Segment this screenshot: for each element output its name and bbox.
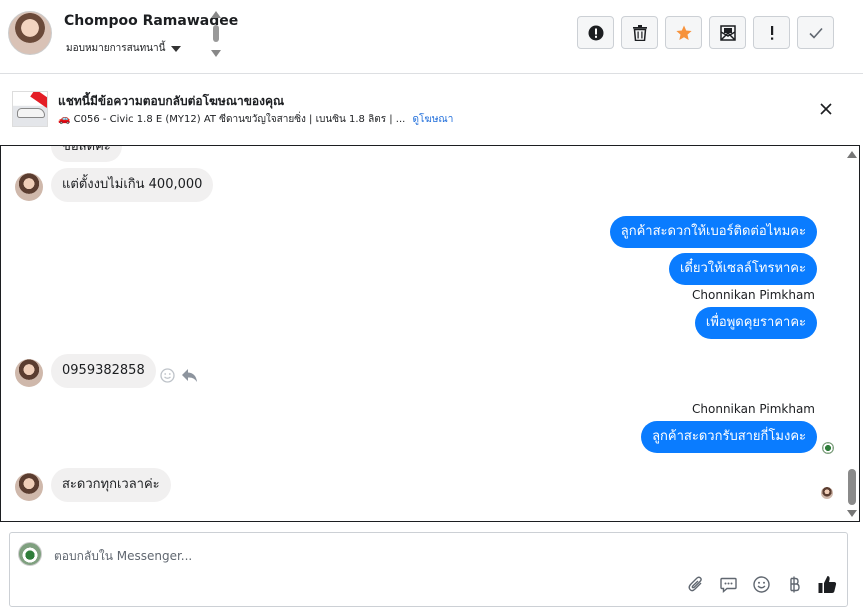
incoming-message[interactable]: แต่ตั้งงบไม่เกิน 400,000 <box>51 168 214 202</box>
scroll-up-icon[interactable] <box>847 151 857 158</box>
sender-name: Chonnikan Pimkham <box>692 288 815 302</box>
react-emoji-icon[interactable] <box>160 368 175 383</box>
scroll-thumb[interactable] <box>848 469 856 505</box>
sender-avatar <box>15 359 43 387</box>
mark-done-button[interactable] <box>797 16 834 49</box>
ad-reply-banner: แชทนี้มีข้อความตอบกลับต่อโฆษณาของคุณ 🚗 C… <box>0 75 863 143</box>
sender-name: Chonnikan Pimkham <box>692 402 815 416</box>
assign-label: มอบหมายการสนทนานี้ <box>66 43 166 54</box>
ad-description: 🚗 C056 - Civic 1.8 E (MY12) AT ซีดานขวัญ… <box>58 114 406 125</box>
outgoing-message[interactable]: ลูกค้าสะดวกรับสายกี่โมงคะ <box>641 421 817 453</box>
conversation-header: Chompoo Ramawadee มอบหมายการสนทนานี้ <box>0 0 863 74</box>
thumbs-up-icon[interactable] <box>818 575 837 594</box>
ad-banner-title: แชทนี้มีข้อความตอบกลับต่อโฆษณาของคุณ <box>58 94 285 108</box>
composer-toolbar <box>686 575 837 594</box>
important-button[interactable] <box>753 16 790 49</box>
scroll-down-icon[interactable] <box>847 510 857 517</box>
sender-avatar <box>15 173 43 201</box>
message-thread[interactable]: ขอสดคะ แต่ตั้งงบไม่เกิน 400,000 ลูกค้าสะ… <box>0 145 860 522</box>
saved-replies-icon[interactable] <box>719 575 738 594</box>
contact-avatar[interactable] <box>8 11 52 55</box>
read-receipt-avatar <box>821 487 833 499</box>
outgoing-message[interactable]: ลูกค้าสะดวกให้เบอร์ติดต่อไหมคะ <box>609 216 817 248</box>
paperclip-icon[interactable] <box>686 575 705 594</box>
scroll-down-icon[interactable] <box>211 50 221 57</box>
chevron-down-icon <box>171 45 182 52</box>
outgoing-message[interactable]: เดี๋ยวให้เซลล์โทรหาคะ <box>668 253 817 285</box>
seen-avatar <box>822 442 834 454</box>
ad-banner-subtitle: 🚗 C056 - Civic 1.8 E (MY12) AT ซีดานขวัญ… <box>58 112 453 127</box>
sender-avatar <box>15 473 43 501</box>
scroll-thumb[interactable] <box>213 25 219 42</box>
scroll-up-icon[interactable] <box>211 11 221 18</box>
page-avatar <box>18 542 42 566</box>
delete-button[interactable] <box>621 16 658 49</box>
exclamation-icon <box>770 25 773 40</box>
mail-open-icon <box>719 24 736 41</box>
mark-unread-button[interactable] <box>709 16 746 49</box>
star-button[interactable] <box>665 16 702 49</box>
close-banner-button[interactable] <box>817 100 835 118</box>
baht-payment-icon[interactable] <box>785 575 804 594</box>
reply-icon[interactable] <box>181 368 198 383</box>
check-icon <box>808 27 823 39</box>
ad-tag <box>30 92 47 108</box>
header-scrollbar[interactable] <box>211 11 221 57</box>
incoming-message[interactable]: สะดวกทุกเวลาค่ะ <box>51 468 171 502</box>
message-composer: ตอบกลับใน Messenger... <box>9 532 848 607</box>
emoji-icon[interactable] <box>752 575 771 594</box>
incoming-message[interactable]: ขอสดคะ <box>51 146 122 162</box>
alert-circle-icon <box>588 25 603 40</box>
incoming-message[interactable]: 0959382858 <box>51 354 156 388</box>
car-image <box>17 108 45 118</box>
close-icon <box>820 103 832 115</box>
ad-thumbnail[interactable] <box>12 91 48 127</box>
star-icon <box>675 25 692 40</box>
assign-conversation-dropdown[interactable]: มอบหมายการสนทนานี้ <box>66 41 182 56</box>
outgoing-message[interactable]: เพื่อพูดคุยราคาคะ <box>694 307 817 339</box>
reply-input[interactable]: ตอบกลับใน Messenger... <box>54 547 192 566</box>
mark-spam-button[interactable] <box>577 16 614 49</box>
view-ad-link[interactable]: ดูโฆษณา <box>413 114 454 125</box>
trash-icon <box>632 24 647 41</box>
header-actions <box>577 16 834 49</box>
